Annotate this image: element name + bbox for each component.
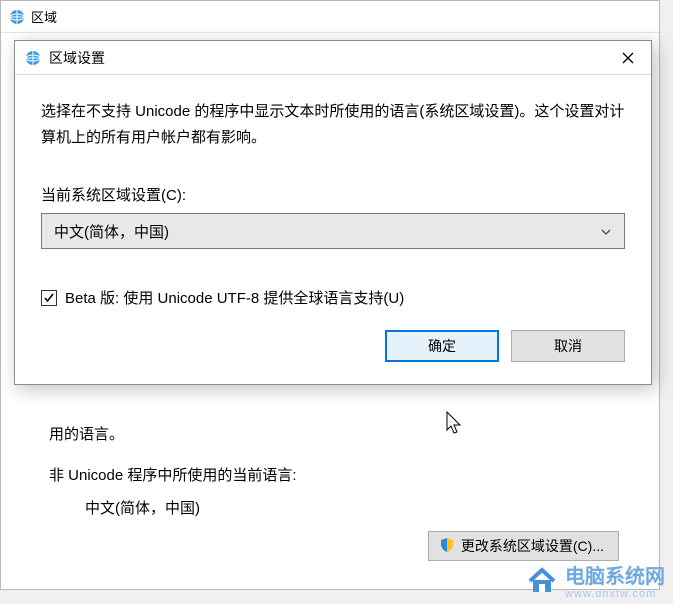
close-icon <box>622 52 634 64</box>
combo-value: 中文(简体，中国) <box>54 221 169 242</box>
watermark-main: 电脑系统网 <box>565 566 665 588</box>
check-icon <box>43 292 55 304</box>
utf8-checkbox-row: Beta 版: 使用 Unicode UTF-8 提供全球语言支持(U) <box>41 287 625 308</box>
dialog-description: 选择在不支持 Unicode 的程序中显示文本时所使用的语言(系统区域设置)。这… <box>41 99 625 150</box>
utf8-checkbox[interactable] <box>41 290 57 306</box>
non-unicode-value: 中文(简体，中国) <box>85 497 635 518</box>
cancel-button[interactable]: 取消 <box>511 330 625 362</box>
parent-partial-text: 用的语言。 <box>49 423 635 444</box>
dialog-titlebar[interactable]: 区域设置 <box>15 41 651 75</box>
dialog-button-row: 确定 取消 <box>41 330 625 362</box>
ok-label: 确定 <box>428 336 456 356</box>
globe-icon <box>9 9 25 25</box>
globe-icon <box>25 50 41 66</box>
dialog-body: 选择在不支持 Unicode 的程序中显示文本时所使用的语言(系统区域设置)。这… <box>15 75 651 384</box>
locale-combobox[interactable]: 中文(简体，中国) <box>41 213 625 249</box>
utf8-checkbox-label: Beta 版: 使用 Unicode UTF-8 提供全球语言支持(U) <box>65 287 404 308</box>
non-unicode-label: 非 Unicode 程序中所使用的当前语言: <box>49 464 635 485</box>
shield-icon <box>439 537 455 556</box>
watermark: 电脑系统网 www.dnxtw.com <box>527 566 665 600</box>
dialog-title: 区域设置 <box>49 48 105 68</box>
change-locale-button[interactable]: 更改系统区域设置(C)... <box>428 531 619 561</box>
combo-label: 当前系统区域设置(C): <box>41 184 625 205</box>
ok-button[interactable]: 确定 <box>385 330 499 362</box>
watermark-sub: www.dnxtw.com <box>565 588 665 600</box>
parent-titlebar[interactable]: 区域 <box>1 1 659 33</box>
cancel-label: 取消 <box>554 336 582 356</box>
house-icon <box>527 566 557 599</box>
close-button[interactable] <box>605 41 651 75</box>
region-settings-dialog: 区域设置 选择在不支持 Unicode 的程序中显示文本时所使用的语言(系统区域… <box>14 40 652 385</box>
change-locale-label: 更改系统区域设置(C)... <box>461 536 604 556</box>
chevron-down-icon <box>600 225 612 237</box>
parent-title: 区域 <box>31 7 57 26</box>
